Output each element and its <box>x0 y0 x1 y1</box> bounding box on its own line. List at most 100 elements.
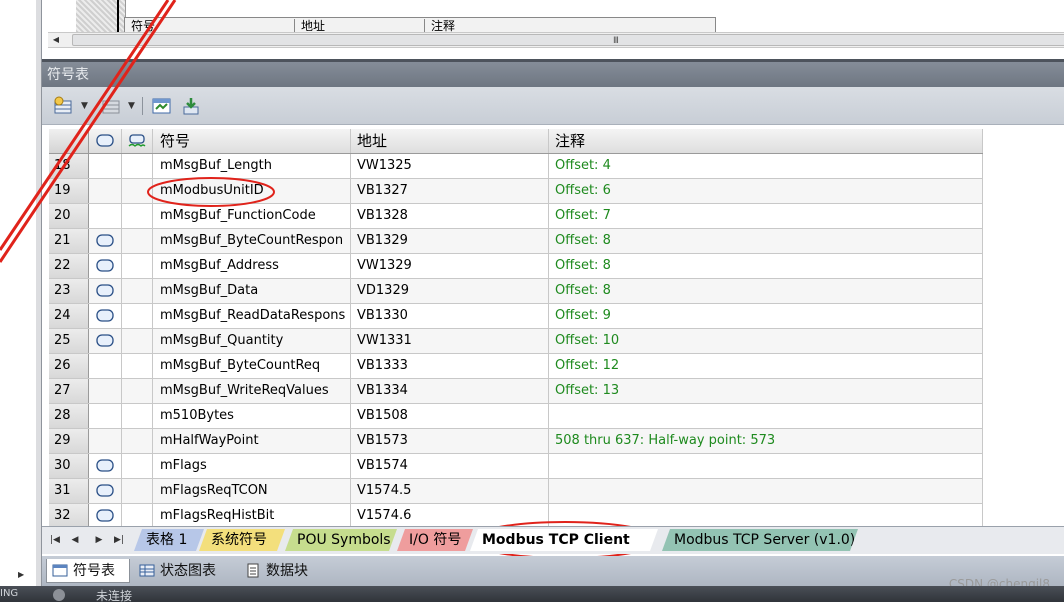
unused-cell[interactable] <box>122 404 153 428</box>
panel-tab-symbol-table[interactable]: 符号表 <box>46 559 130 583</box>
symbol-cell[interactable]: mMsgBuf_ReadDataRespons <box>153 304 351 328</box>
upper-header-address[interactable]: 地址 <box>295 19 425 32</box>
overlap-cell[interactable] <box>89 454 122 478</box>
table-row[interactable]: 19 mModbusUnitID VB1327 Offset: 6 <box>49 179 983 204</box>
row-number[interactable]: 23 <box>49 279 89 303</box>
address-cell[interactable]: VB1327 <box>351 179 549 203</box>
header-symbol[interactable]: 符号 <box>153 129 351 153</box>
sheet-tab[interactable]: Modbus TCP Client (v1.0) <box>470 529 658 551</box>
address-cell[interactable]: VB1334 <box>351 379 549 403</box>
table-row[interactable]: 28 m510Bytes VB1508 <box>49 404 983 429</box>
row-number[interactable]: 29 <box>49 429 89 453</box>
sheet-tab[interactable]: 系统符号 <box>199 529 285 551</box>
comment-cell[interactable]: Offset: 12 <box>549 354 983 378</box>
upper-header-symbol[interactable]: 符号 <box>125 19 295 32</box>
header-unused-icon[interactable] <box>122 129 153 153</box>
table-row[interactable]: 27 mMsgBuf_WriteReqValues VB1334 Offset: 13 <box>49 379 983 404</box>
address-cell[interactable]: VB1574 <box>351 454 549 478</box>
comment-cell[interactable]: Offset: 9 <box>549 304 983 328</box>
insert-row-icon[interactable] <box>53 96 75 116</box>
symbol-cell[interactable]: mFlagsReqTCON <box>153 479 351 503</box>
unused-cell[interactable] <box>122 454 153 478</box>
scroll-thumb[interactable]: III <box>72 34 1064 46</box>
view-symbols-icon[interactable] <box>151 96 173 116</box>
delete-row-icon[interactable] <box>100 96 122 116</box>
row-number[interactable]: 21 <box>49 229 89 253</box>
table-row[interactable]: 25 mMsgBuf_Quantity VW1331 Offset: 10 <box>49 329 983 354</box>
table-row[interactable]: 26 mMsgBuf_ByteCountReq VB1333 Offset: 12 <box>49 354 983 379</box>
sheet-tab[interactable]: I/O 符号 <box>397 529 473 551</box>
first-sheet-icon[interactable]: |◀ <box>48 533 62 547</box>
address-cell[interactable]: VD1329 <box>351 279 549 303</box>
table-row[interactable]: 20 mMsgBuf_FunctionCode VB1328 Offset: 7 <box>49 204 983 229</box>
delete-dropdown-icon[interactable]: ▼ <box>128 101 135 111</box>
table-row[interactable]: 32 mFlagsReqHistBit V1574.6 <box>49 504 983 526</box>
prev-sheet-icon[interactable]: ◀ <box>68 533 82 547</box>
symbol-cell[interactable]: mHalfWayPoint <box>153 429 351 453</box>
sheet-tab[interactable]: Modbus TCP Server (v1.0) <box>662 529 858 551</box>
symbol-cell[interactable]: mFlagsReqHistBit <box>153 504 351 526</box>
address-cell[interactable]: VB1329 <box>351 229 549 253</box>
comment-cell[interactable]: Offset: 13 <box>549 379 983 403</box>
comment-cell[interactable]: Offset: 6 <box>549 179 983 203</box>
address-cell[interactable]: VB1328 <box>351 204 549 228</box>
panel-tab-data-block[interactable]: 数据块 <box>240 559 324 583</box>
row-number[interactable]: 32 <box>49 504 89 526</box>
apply-symbols-icon[interactable] <box>180 96 202 116</box>
table-row[interactable]: 31 mFlagsReqTCON V1574.5 <box>49 479 983 504</box>
address-cell[interactable]: V1574.5 <box>351 479 549 503</box>
panel-tab-status-chart[interactable]: 状态图表 <box>134 559 230 583</box>
overlap-cell[interactable] <box>89 279 122 303</box>
table-row[interactable]: 29 mHalfWayPoint VB1573 508 thru 637: Half-… <box>49 429 983 454</box>
comment-cell[interactable] <box>549 504 983 526</box>
row-number[interactable]: 24 <box>49 304 89 328</box>
overlap-cell[interactable] <box>89 404 122 428</box>
row-number[interactable]: 31 <box>49 479 89 503</box>
comment-cell[interactable]: 508 thru 637: Half-way point: 573 <box>549 429 983 453</box>
table-row[interactable]: 18 mMsgBuf_Length VW1325 Offset: 4 <box>49 154 983 179</box>
address-cell[interactable]: VW1325 <box>351 154 549 178</box>
overlap-cell[interactable] <box>89 354 122 378</box>
comment-cell[interactable] <box>549 479 983 503</box>
overlap-cell[interactable] <box>89 304 122 328</box>
symbol-cell[interactable]: mMsgBuf_FunctionCode <box>153 204 351 228</box>
address-cell[interactable]: VB1508 <box>351 404 549 428</box>
table-row[interactable]: 30 mFlags VB1574 <box>49 454 983 479</box>
overlap-cell[interactable] <box>89 204 122 228</box>
comment-cell[interactable]: Offset: 4 <box>549 154 983 178</box>
row-number[interactable]: 30 <box>49 454 89 478</box>
overlap-cell[interactable] <box>89 504 122 526</box>
comment-cell[interactable]: Offset: 8 <box>549 229 983 253</box>
symbol-cell[interactable]: mMsgBuf_Length <box>153 154 351 178</box>
symbol-cell[interactable]: mFlags <box>153 454 351 478</box>
unused-cell[interactable] <box>122 429 153 453</box>
overlap-cell[interactable] <box>89 329 122 353</box>
row-number[interactable]: 26 <box>49 354 89 378</box>
row-number[interactable]: 19 <box>49 179 89 203</box>
overlap-cell[interactable] <box>89 154 122 178</box>
upper-header-comment[interactable]: 注释 <box>425 19 715 32</box>
table-row[interactable]: 22 mMsgBuf_Address VW1329 Offset: 8 <box>49 254 983 279</box>
comment-cell[interactable] <box>549 454 983 478</box>
overlap-cell[interactable] <box>89 229 122 253</box>
symbol-cell[interactable]: mMsgBuf_ByteCountReq <box>153 354 351 378</box>
comment-cell[interactable] <box>549 404 983 428</box>
expand-arrow-icon[interactable]: ▶ <box>18 570 24 579</box>
symbol-cell[interactable]: mModbusUnitID <box>153 179 351 203</box>
address-cell[interactable]: VB1333 <box>351 354 549 378</box>
horizontal-scrollbar[interactable]: ◀ III <box>48 32 1064 48</box>
address-cell[interactable]: VW1329 <box>351 254 549 278</box>
overlap-cell[interactable] <box>89 254 122 278</box>
sheet-tab[interactable]: 表格 1 <box>134 529 204 551</box>
overlap-cell[interactable] <box>89 379 122 403</box>
unused-cell[interactable] <box>122 154 153 178</box>
last-sheet-icon[interactable]: ▶| <box>112 533 126 547</box>
unused-cell[interactable] <box>122 379 153 403</box>
address-cell[interactable]: VW1331 <box>351 329 549 353</box>
header-comment[interactable]: 注释 <box>549 129 983 153</box>
symbol-cell[interactable]: mMsgBuf_Address <box>153 254 351 278</box>
unused-cell[interactable] <box>122 254 153 278</box>
unused-cell[interactable] <box>122 504 153 526</box>
comment-cell[interactable]: Offset: 10 <box>549 329 983 353</box>
row-number[interactable]: 20 <box>49 204 89 228</box>
